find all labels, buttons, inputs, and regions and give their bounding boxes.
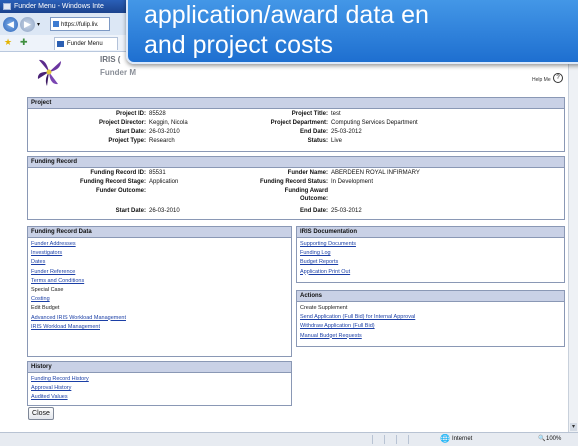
add-favorite-icon[interactable]: ✚ <box>20 37 28 48</box>
project-department-value: Computing Services Department <box>331 120 418 126</box>
funder-outcome-label: Funder Outcome: <box>95 188 146 194</box>
project-title-value: test <box>331 111 341 117</box>
project-section-title: Project <box>28 98 564 109</box>
workload-management-link[interactable]: IRIS Workload Management <box>31 323 291 332</box>
funding-end-value: 25-03-2012 <box>331 208 362 214</box>
iris-documentation-title: IRIS Documentation <box>297 227 564 238</box>
callout-line-2: and project costs <box>144 31 333 59</box>
history-title: History <box>28 362 291 373</box>
url-field[interactable]: https://fulip.liv. <box>50 17 110 31</box>
status-bar: 🌐 Internet 🔍 100% <box>0 432 578 446</box>
funder-name-label: Funder Name: <box>287 170 328 176</box>
project-type-label: Project Type: <box>108 138 146 144</box>
url-text: https://fulip.liv. <box>61 22 99 28</box>
project-department-label: Project Department: <box>270 120 328 126</box>
advanced-workload-management-link[interactable]: Advanced IRIS Workload Management <box>31 314 291 323</box>
funding-end-label: End Date: <box>299 208 328 214</box>
help-icon[interactable]: ? <box>553 73 563 83</box>
investigators-link[interactable]: Investigators <box>31 249 291 258</box>
project-id-value: 85528 <box>149 111 166 117</box>
status-segment <box>384 435 395 444</box>
tab-funder-menu[interactable]: Funder Menu <box>54 37 118 50</box>
internet-zone-label: Internet <box>452 436 473 442</box>
scroll-down-arrow-icon[interactable]: ▾ <box>570 423 577 431</box>
app-title: IRIS ( <box>100 55 121 64</box>
project-end-value: 25-03-2012 <box>331 129 362 135</box>
page-viewport: IRIS ( Funder M Help Me ? Project Projec… <box>0 52 568 432</box>
funding-record-section: Funding Record Funding Record ID: 85531 … <box>27 156 565 220</box>
funding-log-link[interactable]: Funding Log <box>300 249 564 258</box>
back-arrow-icon[interactable]: ◀ <box>3 17 18 32</box>
project-director-value: Keggin, Nicola <box>149 120 188 126</box>
funding-record-id-value: 85531 <box>149 170 166 176</box>
budget-reports-link[interactable]: Budget Reports <box>300 258 564 267</box>
project-type-value: Research <box>149 138 175 144</box>
special-case-item: Special Case <box>31 287 64 294</box>
manual-budget-requests-link[interactable]: Manual Budget Requests <box>300 332 564 341</box>
funder-addresses-link[interactable]: Funder Addresses <box>31 240 291 249</box>
history-dropdown-icon[interactable]: ▾ <box>37 21 40 28</box>
funding-record-id-label: Funding Record ID: <box>90 170 146 176</box>
actions-section: Actions Create Supplement Send Applicati… <box>296 290 565 347</box>
funding-award-label-line2: Outcome: <box>299 196 328 202</box>
withdraw-application-link[interactable]: Withdraw Application (Full Bid) <box>300 322 564 331</box>
window-title: Funder Menu - Windows Inte <box>14 3 104 10</box>
project-section: Project Project ID: 85528 Project Direct… <box>27 97 565 152</box>
iris-flower-logo-icon <box>37 59 61 86</box>
project-end-label: End Date: <box>299 129 328 135</box>
create-supplement-item: Create Supplement <box>300 305 348 311</box>
page-subtitle: Funder M <box>100 68 136 77</box>
terms-and-conditions-link[interactable]: Terms and Conditions <box>31 277 291 286</box>
project-title-label: Project Title: <box>291 111 328 117</box>
status-segment <box>408 435 419 444</box>
close-button[interactable]: Close <box>28 407 54 420</box>
application-print-out-link[interactable]: Application Print Out <box>300 268 564 277</box>
funding-record-status-value: In Development <box>331 179 374 185</box>
favorites-star-icon[interactable]: ★ <box>4 37 12 48</box>
project-start-label: Start Date: <box>115 129 146 135</box>
funding-record-data-title: Funding Record Data <box>28 227 291 238</box>
dates-link[interactable]: Dates <box>31 258 291 267</box>
zoom-icon[interactable]: 🔍 <box>538 433 545 445</box>
costing-link[interactable]: Costing <box>31 295 291 304</box>
callout-line-1: application/award data en <box>144 1 429 29</box>
funder-name-value: ABERDEEN ROYAL INFIRMARY <box>331 170 420 176</box>
project-director-label: Project Director: <box>98 120 146 126</box>
audited-values-link[interactable]: Audited Values <box>31 393 291 402</box>
supporting-documents-link[interactable]: Supporting Documents <box>300 240 564 249</box>
funding-start-label: Start Date: <box>115 208 146 214</box>
internet-globe-icon: 🌐 <box>440 434 450 443</box>
project-status-label: Status: <box>307 138 328 144</box>
iris-documentation-section: IRIS Documentation Supporting Documents … <box>296 226 565 283</box>
project-id-label: Project ID: <box>115 111 146 117</box>
callout-banner: application/award data en and project co… <box>126 0 578 64</box>
ie-window-icon <box>3 3 11 10</box>
approval-history-link[interactable]: Approval History <box>31 384 291 393</box>
help-me-link[interactable]: Help Me <box>532 77 551 83</box>
status-segment <box>396 435 407 444</box>
vertical-scrollbar[interactable]: ▾ <box>568 52 578 432</box>
tab-label: Funder Menu <box>67 41 103 47</box>
forward-arrow-icon[interactable]: ▶ <box>20 17 35 32</box>
project-status-value: Live <box>331 138 343 144</box>
funder-reference-link[interactable]: Funder Reference <box>31 268 291 277</box>
status-segment <box>372 435 383 444</box>
send-application-link[interactable]: Send Application (Full Bid) for Internal… <box>300 313 564 322</box>
project-start-value: 26-03-2010 <box>149 129 180 135</box>
funding-record-history-link[interactable]: Funding Record History <box>31 375 291 384</box>
funding-record-section-title: Funding Record <box>28 157 564 168</box>
actions-title: Actions <box>297 291 564 302</box>
page-icon <box>53 21 59 27</box>
funding-record-data-section: Funding Record Data Funder Addresses Inv… <box>27 226 292 357</box>
tab-page-icon <box>57 41 64 47</box>
funding-record-stage-value: Application <box>149 179 179 185</box>
zoom-level[interactable]: 100% <box>546 433 561 445</box>
funding-record-stage-label: Funding Record Stage: <box>80 179 146 185</box>
edit-budget-item: Edit Budget <box>31 305 60 312</box>
history-section: History Funding Record History Approval … <box>27 361 292 406</box>
funding-record-status-label: Funding Record Status: <box>260 179 328 185</box>
funding-start-value: 26-03-2010 <box>149 208 180 214</box>
